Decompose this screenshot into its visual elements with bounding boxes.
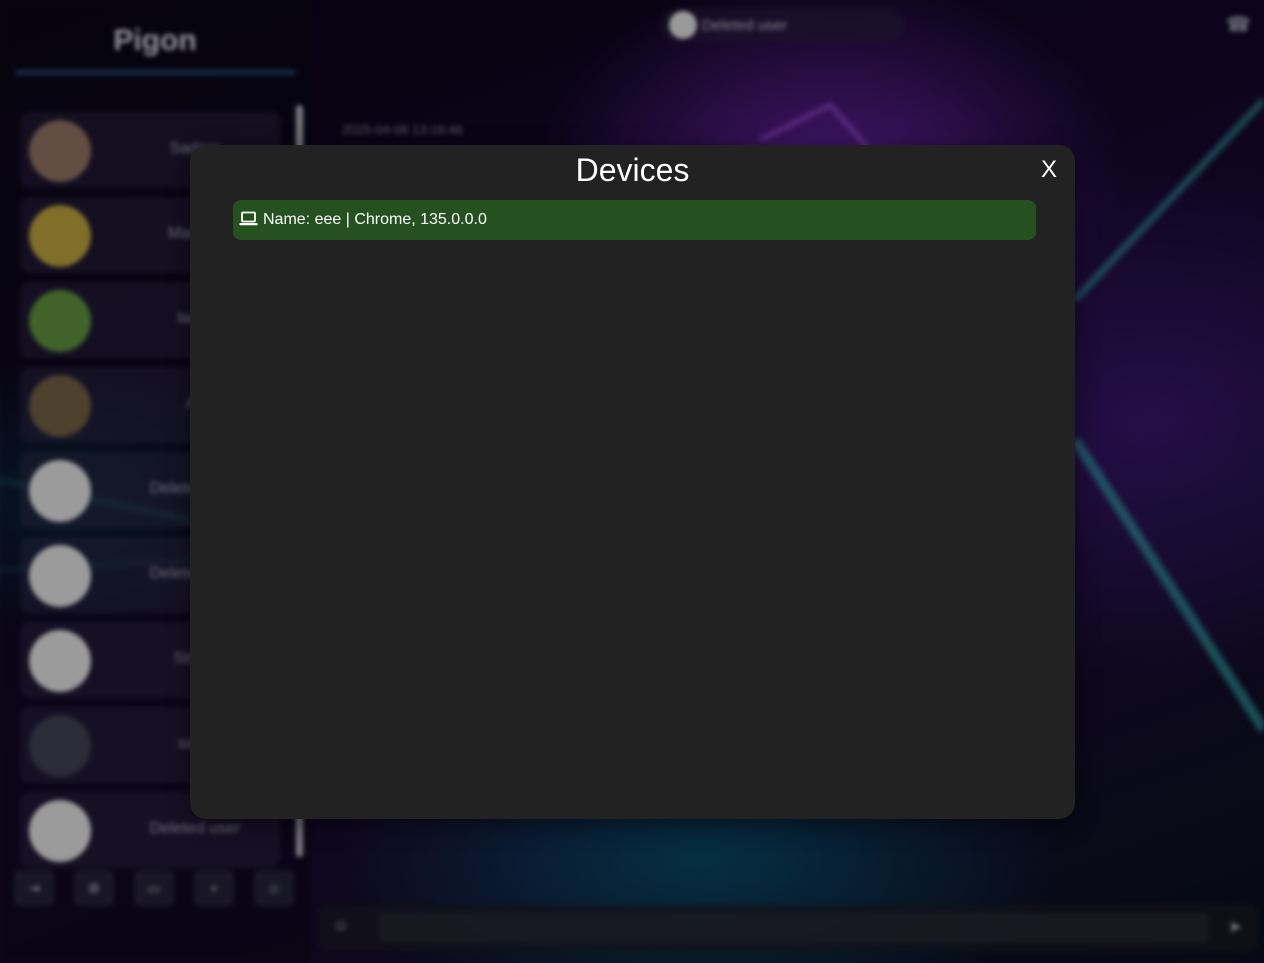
device-item-current[interactable]: Name: eee | Chrome, 135.0.0.0 (233, 200, 1036, 240)
laptop-icon (239, 211, 258, 226)
modal-title: Devices (575, 152, 690, 188)
close-button[interactable]: X (1036, 156, 1062, 184)
device-list: Name: eee | Chrome, 135.0.0.0 (233, 200, 1036, 240)
devices-modal: Devices X Name: eee | Chrome, 135.0.0.0 (190, 145, 1075, 819)
device-label: Name: eee | Chrome, 135.0.0.0 (263, 211, 487, 228)
screen: Pigon Sadam Madara larsa Ali (0, 0, 1264, 963)
